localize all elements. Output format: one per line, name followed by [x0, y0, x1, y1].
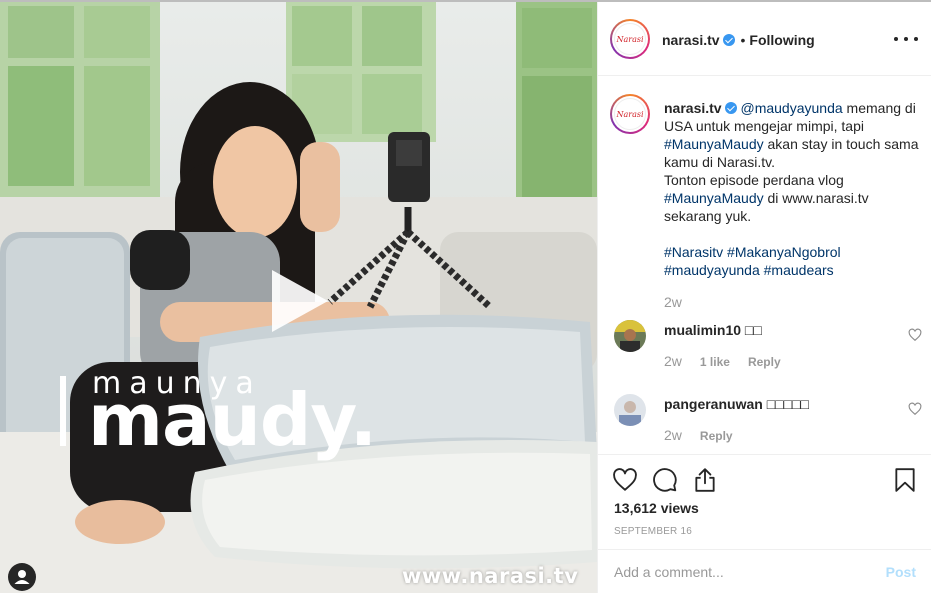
heart-icon [908, 402, 922, 416]
comment-likes[interactable]: 1 like [700, 355, 730, 369]
hashtag-link[interactable]: #maudears [764, 262, 834, 278]
instagram-post: maunya maudy. www.narasi.tv Narasi naras… [0, 0, 931, 593]
comment-item: pangeranuwan □□□□□ 2w Reply [610, 394, 922, 454]
video-watermark: www.narasi.tv [402, 564, 579, 588]
commenter-avatar[interactable] [614, 320, 646, 352]
comment-text: □□□□□ [766, 396, 809, 412]
comment-body: mualimin10 □□ [664, 322, 762, 338]
like-button[interactable] [612, 467, 638, 493]
commenter-photo [614, 320, 646, 352]
verified-badge-icon [724, 102, 737, 114]
commenter-avatar[interactable] [614, 394, 646, 426]
brand-divider [60, 376, 66, 446]
avatar-logo-text: Narasi [616, 34, 644, 44]
comment-button[interactable] [652, 467, 678, 493]
commenter-photo [614, 394, 646, 426]
show-title-large: maudy. [88, 378, 377, 462]
play-button[interactable] [266, 268, 332, 334]
header-author-line: narasi.tv • Following [662, 32, 815, 48]
following-button[interactable]: Following [749, 32, 814, 48]
heart-icon [613, 468, 637, 491]
post-video[interactable]: maunya maudy. www.narasi.tv [0, 2, 597, 593]
avatar-logo-text: Narasi [616, 109, 644, 119]
heart-icon [908, 328, 922, 342]
share-icon [695, 468, 715, 492]
comment-timestamp[interactable]: 2w [664, 353, 682, 369]
comment-input[interactable] [614, 564, 864, 580]
comment-meta: 2w Reply [664, 427, 733, 443]
post-sidebar: Narasi narasi.tv • Following Narasi naras… [597, 2, 931, 593]
post-header: Narasi narasi.tv • Following [598, 2, 931, 76]
reply-button[interactable]: Reply [748, 355, 781, 369]
view-count[interactable]: 13,612 views [614, 500, 699, 516]
author-username[interactable]: narasi.tv [662, 32, 720, 48]
bookmark-icon [895, 468, 915, 492]
hashtag-link[interactable]: #MaunyaMaudy [664, 136, 764, 152]
save-button[interactable] [892, 467, 918, 493]
user-tag-icon [14, 570, 30, 584]
more-dot [904, 37, 908, 41]
comment-icon [653, 468, 677, 492]
author-avatar[interactable]: Narasi [610, 19, 650, 59]
comment-text: □□ [744, 322, 762, 338]
hashtag-link[interactable]: #maudyayunda [664, 262, 760, 278]
comment-timestamp[interactable]: 2w [664, 427, 682, 443]
reply-button[interactable]: Reply [700, 429, 733, 443]
hashtag-link[interactable]: #Narasitv [664, 244, 723, 260]
caption-username[interactable]: narasi.tv [664, 100, 722, 116]
comment-like-button[interactable] [908, 328, 922, 342]
caption-timestamp[interactable]: 2w [664, 294, 682, 310]
hashtag-link[interactable]: #MaunyaMaudy [664, 190, 764, 206]
post-comment-button[interactable]: Post [886, 564, 916, 580]
play-icon [272, 270, 328, 332]
comment-username[interactable]: pangeranuwan [664, 396, 763, 412]
add-comment-form: Post [598, 549, 931, 593]
post-actions [598, 454, 931, 504]
verified-badge-icon [722, 34, 735, 46]
mention-link[interactable]: @maudyayunda [740, 100, 842, 116]
post-date[interactable]: SEPTEMBER 16 [614, 526, 692, 537]
more-options-button[interactable] [894, 30, 918, 48]
share-button[interactable] [692, 467, 718, 493]
more-horizontal-icon [894, 37, 898, 41]
comment-item: mualimin10 □□ 2w 1 like Reply [610, 320, 922, 380]
tagged-users-button[interactable] [8, 563, 36, 591]
caption-text: Tonton episode perdana vlog [664, 172, 844, 188]
comment-username[interactable]: mualimin10 [664, 322, 741, 338]
post-caption: narasi.tv @maudyayunda memang di USA unt… [664, 99, 920, 279]
more-dot [914, 37, 918, 41]
caption-author-avatar[interactable]: Narasi [610, 94, 650, 134]
comment-body: pangeranuwan □□□□□ [664, 396, 809, 412]
separator-dot: • [740, 32, 746, 48]
comment-like-button[interactable] [908, 402, 922, 416]
hashtag-link[interactable]: #MakanyaNgobrol [727, 244, 841, 260]
comment-meta: 2w 1 like Reply [664, 353, 781, 369]
